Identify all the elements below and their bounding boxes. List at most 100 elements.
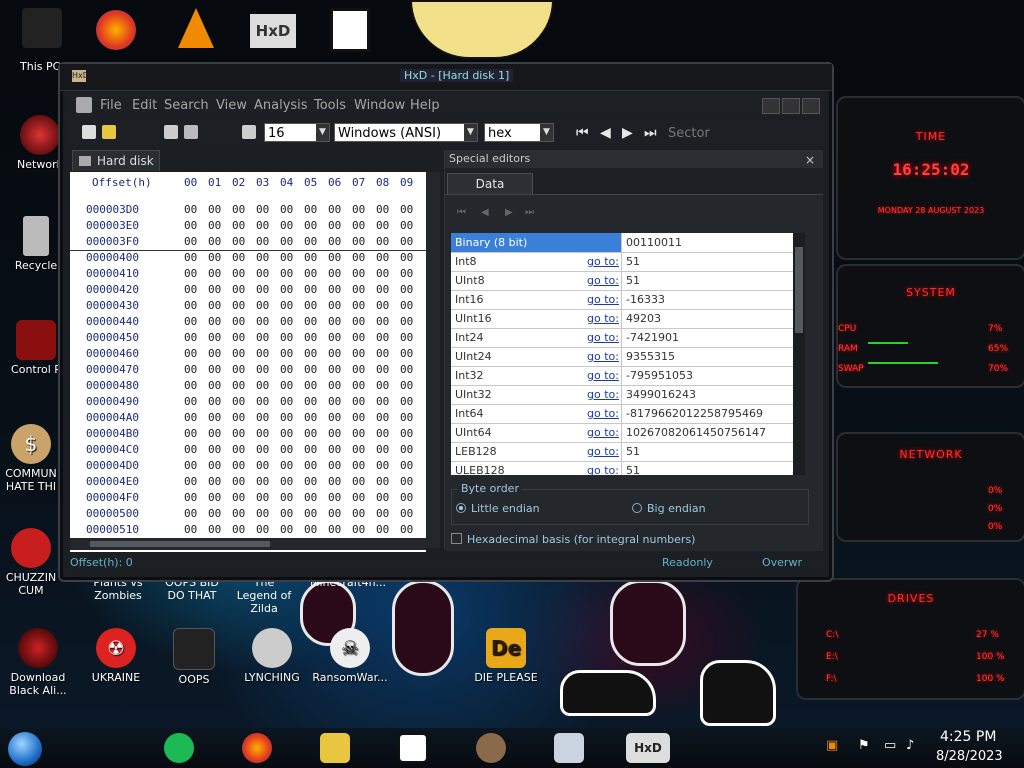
data-value[interactable]: 51 [626,442,640,461]
first-sector-icon[interactable]: ⏮ [576,125,589,141]
hex-byte[interactable]: 00 [400,522,413,538]
hex-byte[interactable]: 00 [232,362,245,378]
hex-byte[interactable]: 00 [256,378,269,394]
hex-byte[interactable]: 00 [400,250,413,266]
hex-row[interactable]: 000004E0 00 00 00 00 00 00 00 00 00 00 [70,474,426,490]
hex-byte[interactable]: 00 [304,266,317,282]
hex-row[interactable]: 00000500 00 00 00 00 00 00 00 00 00 00 [70,506,426,522]
hex-byte[interactable]: 00 [256,442,269,458]
hex-byte[interactable]: 00 [352,330,365,346]
hex-byte[interactable]: 00 [184,266,197,282]
hex-byte[interactable]: 00 [208,346,221,362]
hex-byte[interactable]: 00 [376,378,389,394]
scrollbar-thumb[interactable] [795,247,803,333]
desktop-icon-download-black-alienware[interactable]: Download Black Ali... [0,628,76,697]
hex-byte[interactable]: 00 [304,330,317,346]
hex-row[interactable]: 00000400 00 00 00 00 00 00 00 00 00 00 [70,250,426,266]
hex-byte[interactable]: 00 [280,218,293,234]
hex-byte[interactable]: 00 [184,474,197,490]
hex-byte[interactable]: 00 [256,458,269,474]
hex-byte[interactable]: 00 [256,522,269,538]
data-value[interactable]: -7421901 [626,328,679,347]
hex-byte[interactable]: 00 [304,298,317,314]
hex-byte[interactable]: 00 [352,282,365,298]
hex-byte[interactable]: 00 [352,362,365,378]
flag-icon[interactable]: ⚑ [858,738,870,753]
hex-byte[interactable]: 00 [232,442,245,458]
hex-byte[interactable]: 00 [328,410,341,426]
data-inspector-row[interactable]: LEB128 go to: 51 [451,442,793,462]
hex-byte[interactable]: 00 [208,442,221,458]
hex-byte[interactable]: 00 [280,410,293,426]
hex-byte[interactable]: 00 [352,266,365,282]
desktop-icon-commun[interactable]: $ COMMUN HATE THI [0,424,66,493]
hex-byte[interactable]: 00 [280,282,293,298]
hxd-taskbar-icon[interactable]: HxD [626,733,670,763]
hex-byte[interactable]: 00 [304,314,317,330]
hex-byte[interactable]: 00 [232,378,245,394]
go-to-link[interactable]: go to: [587,328,619,347]
hex-byte[interactable]: 00 [376,266,389,282]
hex-byte[interactable]: 00 [352,442,365,458]
hex-byte[interactable]: 00 [280,490,293,506]
bytes-per-row-select[interactable]: 16 ▼ [264,123,330,142]
hex-byte[interactable]: 00 [376,506,389,522]
next-sector-icon[interactable]: ▶ [622,125,633,141]
hex-byte[interactable]: 00 [328,202,341,218]
hex-byte[interactable]: 00 [400,282,413,298]
hex-byte[interactable]: 00 [256,282,269,298]
desktop-icon-lynching[interactable]: LYNCHING [234,628,310,684]
menu-window[interactable]: Window [354,98,405,113]
data-inspector-row[interactable]: Int24 go to: -7421901 [451,328,793,348]
hex-byte[interactable]: 00 [232,202,245,218]
hex-byte[interactable]: 00 [328,490,341,506]
hex-byte[interactable]: 00 [400,378,413,394]
hex-byte[interactable]: 00 [232,522,245,538]
hex-byte[interactable]: 00 [280,378,293,394]
hex-byte[interactable]: 00 [208,314,221,330]
firefox-taskbar-icon[interactable] [242,733,272,763]
data-inspector-row[interactable]: UInt64 go to: 10267082061450756147 [451,423,793,443]
hex-row[interactable]: 000004F0 00 00 00 00 00 00 00 00 00 00 [70,490,426,506]
hex-byte[interactable]: 00 [376,522,389,538]
taskbar-clock-date[interactable]: 8/28/2023 [936,749,1003,764]
hex-byte[interactable]: 00 [400,490,413,506]
hex-byte[interactable]: 00 [352,410,365,426]
hex-byte[interactable]: 00 [352,346,365,362]
hex-byte[interactable]: 00 [232,346,245,362]
hex-byte[interactable]: 00 [256,410,269,426]
hex-byte[interactable]: 00 [208,202,221,218]
hl-app-icon[interactable] [330,8,370,52]
hex-byte[interactable]: 00 [352,218,365,234]
hex-byte[interactable]: 00 [376,234,389,250]
hex-byte[interactable]: 00 [400,442,413,458]
hex-byte[interactable]: 00 [256,490,269,506]
data-inspector-row[interactable]: UInt24 go to: 9355315 [451,347,793,367]
first-icon[interactable]: ⏮ [457,207,466,218]
hex-byte[interactable]: 00 [328,522,341,538]
data-inspector-scrollbar[interactable] [793,233,805,475]
hex-byte[interactable]: 00 [376,202,389,218]
data-inspector-row[interactable]: Int8 go to: 51 [451,252,793,272]
hex-row[interactable]: 00000410 00 00 00 00 00 00 00 00 00 00 [70,266,426,282]
spotify-icon[interactable] [164,733,194,763]
copy-icon[interactable] [184,125,198,139]
hex-byte[interactable]: 00 [256,202,269,218]
data-inspector-row[interactable]: UInt8 go to: 51 [451,271,793,291]
hex-byte[interactable]: 00 [232,250,245,266]
hex-byte[interactable]: 00 [400,458,413,474]
hex-byte[interactable]: 00 [232,506,245,522]
restore-icon[interactable] [782,98,800,114]
chevron-down-icon[interactable]: ▼ [316,124,329,141]
hex-byte[interactable]: 00 [304,410,317,426]
hex-byte[interactable]: 00 [352,522,365,538]
hex-byte[interactable]: 00 [352,378,365,394]
hex-byte[interactable]: 00 [256,314,269,330]
firefox-icon[interactable] [96,10,136,50]
hex-byte[interactable]: 00 [280,426,293,442]
hex-byte[interactable]: 00 [304,490,317,506]
hex-byte[interactable]: 00 [376,442,389,458]
hex-byte[interactable]: 00 [280,346,293,362]
hex-byte[interactable]: 00 [280,362,293,378]
hex-byte[interactable]: 00 [328,330,341,346]
